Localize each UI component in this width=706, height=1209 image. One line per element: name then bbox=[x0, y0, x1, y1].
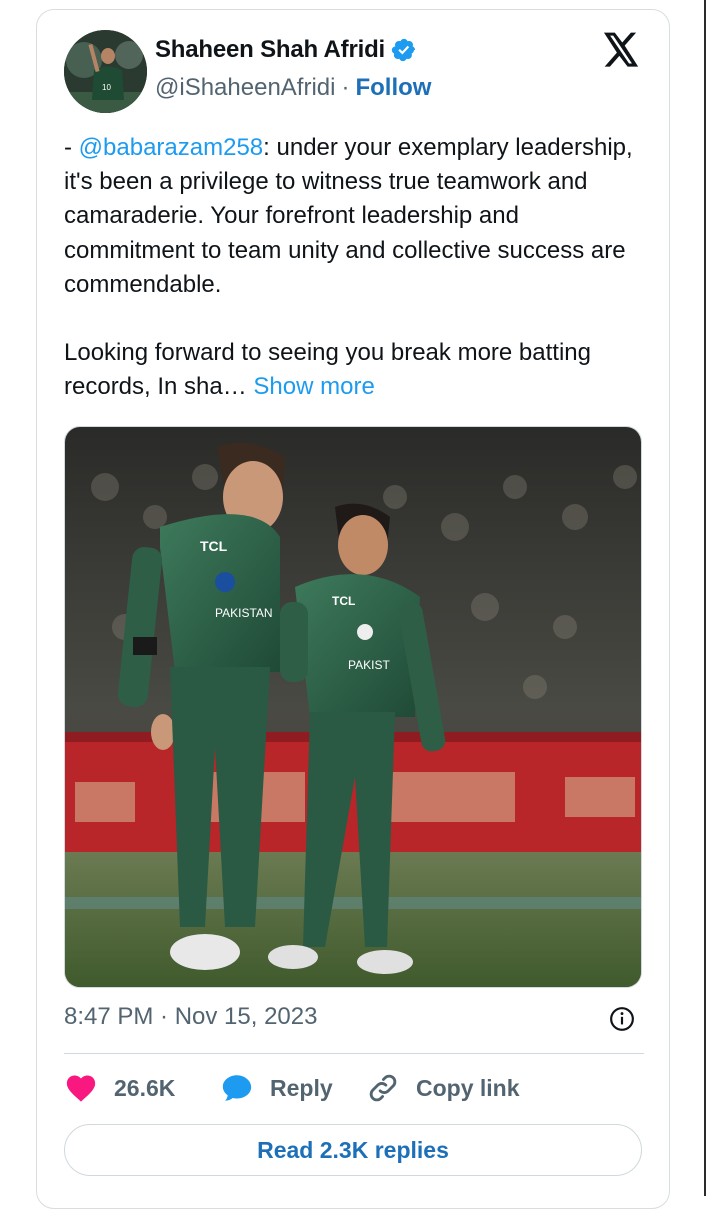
photo-image: TCL PAKISTAN TCL PAKIST bbox=[65, 427, 641, 987]
photo-jersey-text-3: TCL bbox=[332, 594, 355, 608]
separator-dot: · bbox=[341, 74, 350, 101]
mention-link[interactable]: @babarazam258 bbox=[79, 134, 263, 161]
read-replies-button[interactable]: Read 2.3K replies bbox=[64, 1124, 642, 1176]
verified-badge-icon bbox=[391, 38, 416, 62]
reply-bubble-icon bbox=[222, 1075, 252, 1101]
divider bbox=[64, 1053, 644, 1054]
author-name-row[interactable]: Shaheen Shah Afridi bbox=[155, 36, 417, 64]
photo-jersey-text-1: TCL bbox=[200, 538, 228, 554]
reply-label: Reply bbox=[270, 1074, 333, 1101]
copy-link-button[interactable]: Copy link bbox=[366, 1068, 520, 1108]
photo-jersey-text-4: PAKIST bbox=[348, 658, 390, 672]
svg-text:10: 10 bbox=[102, 83, 111, 92]
author-handle[interactable]: @iShaheenAfridi bbox=[155, 74, 335, 102]
author-handle-row: @iShaheenAfridi · Follow bbox=[155, 74, 431, 102]
tweet-photo[interactable]: TCL PAKISTAN TCL PAKIST bbox=[64, 426, 642, 988]
author-name[interactable]: Shaheen Shah Afridi bbox=[155, 36, 385, 64]
tweet-paragraph-1: - @babarazam258: under your exemplary le… bbox=[64, 131, 654, 302]
avatar[interactable]: 10 bbox=[64, 30, 147, 113]
read-replies-label: Read 2.3K replies bbox=[257, 1136, 449, 1163]
info-icon[interactable] bbox=[609, 1006, 635, 1032]
tweet-paragraph-2: Looking forward to seeing you break more… bbox=[64, 336, 654, 404]
tweet-text: - @babarazam258: under your exemplary le… bbox=[64, 131, 654, 405]
reply-button[interactable]: Reply bbox=[220, 1068, 333, 1108]
photo-jersey-text-2: PAKISTAN bbox=[215, 606, 273, 620]
tweet-prefix: - bbox=[64, 134, 79, 161]
follow-button[interactable]: Follow bbox=[355, 74, 431, 102]
copy-link-label: Copy link bbox=[416, 1074, 520, 1101]
heart-icon bbox=[66, 1075, 96, 1102]
show-more-link[interactable]: Show more bbox=[253, 373, 374, 400]
x-logo-icon[interactable] bbox=[602, 32, 640, 68]
action-bar: 26.6K Reply Copy link bbox=[64, 1068, 644, 1108]
like-count: 26.6K bbox=[114, 1074, 176, 1101]
tweet-timestamp[interactable]: 8:47 PM · Nov 15, 2023 bbox=[64, 1003, 317, 1031]
like-button[interactable]: 26.6K bbox=[64, 1068, 175, 1108]
avatar-image: 10 bbox=[64, 30, 147, 113]
link-icon bbox=[369, 1074, 397, 1102]
